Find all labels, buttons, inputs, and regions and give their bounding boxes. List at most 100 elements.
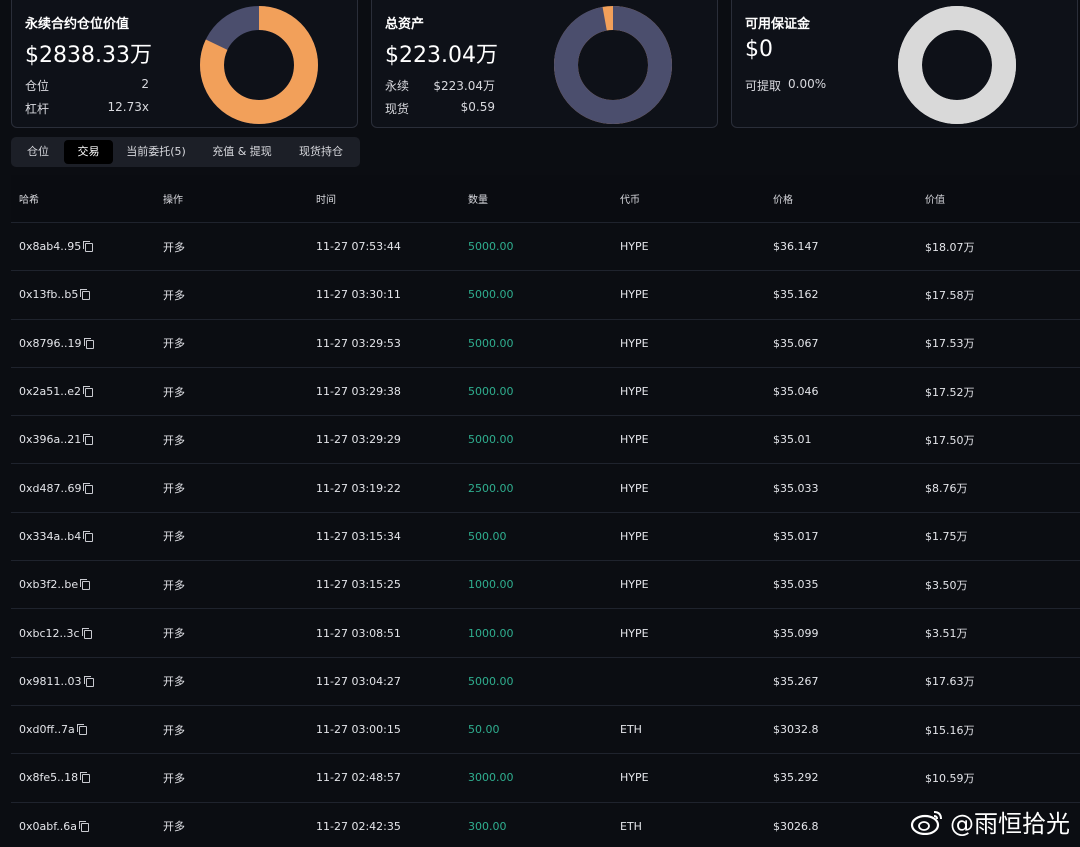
cell-time: 11-27 02:48:57	[316, 754, 401, 801]
cell-time: 11-27 07:53:44	[316, 223, 401, 270]
action-text: 开多	[163, 578, 185, 592]
copy-icon[interactable]	[80, 289, 91, 301]
cell-hash[interactable]: 0x8ab4..95	[19, 223, 94, 270]
value-text: $17.50万	[925, 433, 975, 447]
copy-icon[interactable]	[83, 482, 94, 494]
time-text: 11-27 03:29:29	[316, 433, 401, 447]
action-text: 开多	[163, 530, 185, 544]
cell-hash[interactable]: 0x0abf..6a	[19, 803, 90, 847]
copy-icon[interactable]	[76, 724, 87, 736]
copy-icon[interactable]	[79, 820, 90, 832]
positions-value: 2	[141, 77, 149, 91]
table-row[interactable]: 0xbc12..3c 开多 11-27 03:08:51 1000.00 HYPE $35…	[11, 609, 1080, 658]
header-price[interactable]: 价格	[773, 175, 793, 222]
copy-icon[interactable]	[83, 337, 94, 349]
cell-action: 开多	[163, 416, 185, 463]
action-text: 开多	[163, 675, 185, 689]
cell-value: $15.16万	[925, 706, 975, 753]
total-assets-card: 总资产 $223.04万 永续 $223.04万 现货 $0.59	[371, 0, 718, 128]
table-row[interactable]: 0xd0ff..7a 开多 11-27 03:00:15 50.00 ETH $3032.…	[11, 706, 1080, 755]
header-action[interactable]: 操作	[163, 175, 183, 222]
action-text: 开多	[163, 337, 185, 351]
quantity-text: 5000.00	[468, 433, 514, 447]
cell-price: $35.267	[773, 658, 819, 705]
copy-icon[interactable]	[83, 530, 94, 542]
header-time[interactable]: 时间	[316, 175, 336, 222]
header-quantity[interactable]: 数量	[468, 175, 488, 222]
cell-hash[interactable]: 0x2a51..e2	[19, 368, 94, 415]
cell-price: $35.035	[773, 561, 819, 608]
copy-icon[interactable]	[83, 434, 94, 446]
quantity-text: 5000.00	[468, 288, 514, 302]
cell-hash[interactable]: 0xd0ff..7a	[19, 706, 87, 753]
table-row[interactable]: 0xd487..69 开多 11-27 03:19:22 2500.00 HYPE $35…	[11, 464, 1080, 513]
cell-price: $36.147	[773, 223, 819, 270]
token-text: HYPE	[620, 771, 649, 785]
cell-action: 开多	[163, 803, 185, 847]
table-row[interactable]: 0x13fb..b5 开多 11-27 03:30:11 5000.00 HYPE $35…	[11, 271, 1080, 320]
card-title: 可用保证金	[745, 17, 811, 32]
copy-icon[interactable]	[81, 627, 92, 639]
tab-spot-holdings[interactable]: 现货持仓	[289, 140, 353, 164]
hash-text: 0x9811..03	[19, 674, 82, 688]
price-text: $35.046	[773, 385, 819, 399]
copy-icon[interactable]	[83, 675, 94, 687]
cell-time: 11-27 03:15:25	[316, 561, 401, 608]
cell-quantity: 300.00	[468, 803, 507, 847]
cell-time: 11-27 02:42:35	[316, 803, 401, 847]
cell-token: HYPE	[620, 513, 649, 560]
cell-hash[interactable]: 0x13fb..b5	[19, 271, 91, 318]
token-text: HYPE	[620, 240, 649, 254]
token-text: HYPE	[620, 336, 649, 350]
cell-hash[interactable]: 0xd487..69	[19, 464, 94, 511]
tab-positions[interactable]: 仓位	[15, 140, 61, 164]
table-row[interactable]: 0x9811..03 开多 11-27 03:04:27 5000.00 $35.267…	[11, 658, 1080, 706]
cell-hash[interactable]: 0xbc12..3c	[19, 609, 92, 656]
cell-hash[interactable]: 0x8796..19	[19, 320, 94, 367]
header-hash[interactable]: 哈希	[19, 175, 39, 222]
time-text: 11-27 03:29:53	[316, 336, 401, 350]
action-text: 开多	[163, 627, 185, 641]
cell-price: $3026.8	[773, 803, 819, 847]
cell-token: HYPE	[620, 320, 649, 367]
value-text: $1.75万	[925, 530, 968, 544]
cell-value: $10.59万	[925, 754, 975, 801]
price-text: $35.162	[773, 288, 819, 302]
time-text: 11-27 03:04:27	[316, 674, 401, 688]
table-row[interactable]: 0xb3f2..be 开多 11-27 03:15:25 1000.00 HYPE $35…	[11, 561, 1080, 610]
cell-value: $17.58万	[925, 271, 975, 318]
cell-action: 开多	[163, 368, 185, 415]
tab-deposit-withdraw[interactable]: 充值 & 提现	[201, 140, 283, 164]
cell-token: ETH	[620, 706, 642, 753]
cell-token: HYPE	[620, 464, 649, 511]
price-text: $35.267	[773, 674, 819, 688]
cell-action: 开多	[163, 658, 185, 705]
cell-hash[interactable]: 0x334a..b4	[19, 513, 94, 560]
price-text: $35.017	[773, 529, 819, 543]
cell-hash[interactable]: 0x8fe5..18	[19, 754, 91, 801]
hash-text: 0x8796..19	[19, 336, 82, 350]
tab-open-orders[interactable]: 当前委托(5)	[117, 140, 195, 164]
cell-quantity: 5000.00	[468, 368, 514, 415]
header-token[interactable]: 代币	[620, 175, 640, 222]
cell-hash[interactable]: 0x9811..03	[19, 658, 94, 705]
copy-icon[interactable]	[83, 386, 94, 398]
cell-time: 11-27 03:29:53	[316, 320, 401, 367]
cell-action: 开多	[163, 609, 185, 656]
cell-action: 开多	[163, 320, 185, 367]
cell-action: 开多	[163, 561, 185, 608]
table-row[interactable]: 0x8796..19 开多 11-27 03:29:53 5000.00 HYPE $35…	[11, 320, 1080, 368]
copy-icon[interactable]	[80, 579, 91, 591]
copy-icon[interactable]	[80, 772, 91, 784]
token-text: ETH	[620, 819, 642, 833]
copy-icon[interactable]	[83, 241, 94, 253]
table-row[interactable]: 0x2a51..e2 开多 11-27 03:29:38 5000.00 HYPE $35…	[11, 368, 1080, 417]
table-row[interactable]: 0x8ab4..95 开多 11-27 07:53:44 5000.00 HYPE $36…	[11, 223, 1080, 272]
table-row[interactable]: 0x334a..b4 开多 11-27 03:15:34 500.00 HYPE $35.…	[11, 513, 1080, 562]
header-value[interactable]: 价值	[925, 175, 945, 222]
table-row[interactable]: 0x396a..21 开多 11-27 03:29:29 5000.00 HYPE $35…	[11, 416, 1080, 465]
cell-hash[interactable]: 0xb3f2..be	[19, 561, 91, 608]
cell-hash[interactable]: 0x396a..21	[19, 416, 94, 463]
table-row[interactable]: 0x8fe5..18 开多 11-27 02:48:57 3000.00 HYPE $35…	[11, 754, 1080, 803]
tab-trades[interactable]: 交易	[64, 140, 113, 164]
